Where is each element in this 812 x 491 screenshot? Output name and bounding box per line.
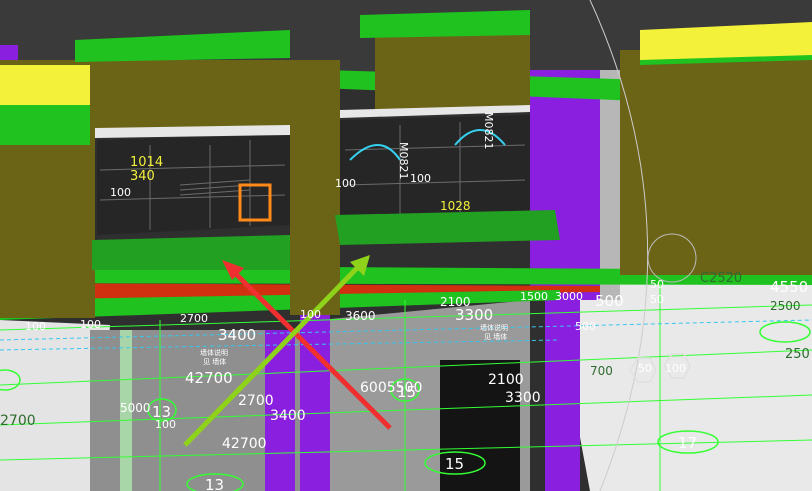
axis-15-lower: 15 — [445, 455, 464, 473]
dim-3000: 3000 — [555, 290, 583, 303]
plan-label-340: 340 — [130, 169, 155, 184]
dim-5000: 5000 — [120, 401, 151, 415]
dim-3400-top: 3400 — [218, 326, 256, 344]
plan-label-1028: 1028 — [440, 199, 471, 213]
axis-13-upper: 13 — [152, 403, 171, 421]
dim-100-g: 100 — [410, 172, 431, 185]
note-b: 见 墙体 — [203, 357, 226, 366]
door-tag-m0821-b: M0821 — [482, 112, 495, 150]
column-grey — [600, 70, 620, 300]
wall-olive-lintel-left — [95, 60, 295, 130]
dim-4550-right: 4550 — [770, 278, 808, 296]
sill-green-left — [92, 235, 290, 270]
dim-50-a: 50 — [650, 278, 664, 291]
dim-2700-low: 2700 — [238, 393, 274, 409]
note-a: 墙体说明 — [200, 348, 228, 357]
dim-100-e: 100 — [110, 186, 131, 199]
beam-yellow-left — [0, 65, 90, 105]
note-d: 见 墙体 — [484, 332, 507, 341]
plan-label-1014: 1014 — [130, 155, 163, 170]
note-c: 墙体说明 — [480, 323, 508, 332]
axis-17: 17 — [678, 434, 697, 452]
dim-2100-mid: 2100 — [440, 295, 471, 309]
dim-2700-top: 2700 — [180, 312, 208, 325]
dim-700: 700 — [590, 364, 613, 378]
dim-500-right: 500 — [595, 292, 624, 310]
dim-100-f: 100 — [335, 177, 356, 190]
dim-2100-low: 2100 — [488, 372, 524, 388]
dim-2500: 2500 — [770, 299, 801, 313]
axis-100: 100 — [665, 362, 686, 375]
axis-50: 50 — [638, 362, 652, 375]
dim-100-c: 100 — [300, 308, 321, 321]
dim-500-r: 500 — [575, 320, 596, 333]
dim-42700-mid: 42700 — [185, 369, 233, 387]
column-purple-2 — [530, 70, 605, 300]
model-canvas[interactable]: 3400 42700 3300 500 4550 2700 2700 3400 … — [0, 0, 812, 491]
wall-olive-right — [620, 50, 812, 275]
axis-15-upper: 15 — [397, 383, 416, 401]
dim-1500: 1500 — [520, 290, 548, 303]
bim-3d-viewport[interactable]: 3400 42700 3300 500 4550 2700 2700 3400 … — [0, 0, 812, 491]
window-tag-c2520: C2520 — [700, 271, 742, 286]
column-purple-4 — [300, 300, 330, 491]
dim-100-b: 100 — [25, 320, 46, 333]
dim-42700-low: 42700 — [222, 436, 267, 452]
inner-floorplan-right — [340, 115, 530, 220]
door-tag-m0821: M0821 — [397, 142, 410, 180]
dim-50-b: 50 — [650, 293, 664, 306]
dim-3300-low: 3300 — [505, 390, 541, 406]
beam-green-left — [0, 105, 90, 145]
sill-green-right — [335, 210, 560, 245]
dim-3400-low: 3400 — [270, 408, 306, 424]
dim-100-a: 100 — [80, 318, 101, 331]
dim-3600: 3600 — [345, 309, 376, 323]
wall-olive-pier — [290, 60, 340, 315]
dim-2700-left: 2700 — [0, 413, 36, 429]
axis-13-lower: 13 — [205, 476, 224, 491]
wall-olive-lintel-right — [375, 30, 530, 110]
dim-250: 250 — [785, 347, 810, 362]
